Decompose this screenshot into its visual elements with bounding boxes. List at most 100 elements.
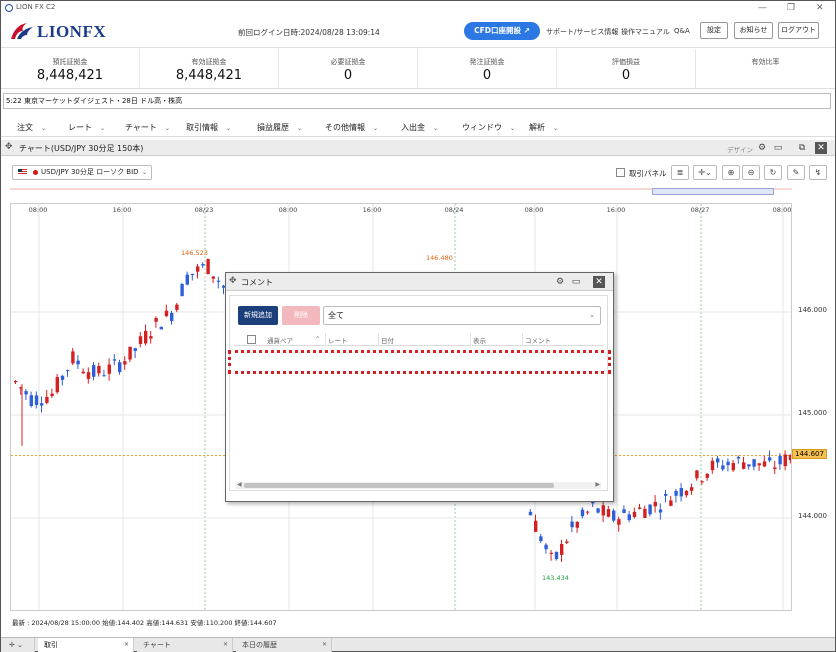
menu-other-info[interactable]: その他情報 ⌄ <box>325 122 378 133</box>
chevron-down-icon: ⌄ <box>226 125 232 132</box>
close-icon[interactable]: ✕ <box>815 142 827 154</box>
candle-body <box>648 504 652 515</box>
restore-icon[interactable]: ❐ <box>787 2 795 14</box>
candle-body <box>731 463 735 471</box>
time-axis: 08:00 16:00 08/23 08:00 16:00 08/24 08:00 16:00… <box>10 206 792 216</box>
candle-body <box>695 470 699 479</box>
close-icon[interactable]: ✕ <box>223 638 228 652</box>
col-rate[interactable]: レート <box>328 335 348 345</box>
scroll-right-icon[interactable]: ▶ <box>595 481 600 488</box>
candle-body <box>107 364 111 374</box>
candle-body <box>570 521 574 528</box>
comment-table-header: 通貨ペア ⌃ レート 日付 表示 コメント <box>234 333 604 346</box>
menu-label: レート <box>68 123 92 132</box>
menu-analysis[interactable]: 解析 ⌄ <box>529 122 558 133</box>
trade-panel-checkbox[interactable] <box>616 168 625 177</box>
window-menu-icon[interactable]: ▭ <box>772 142 784 154</box>
scrollbar-thumb[interactable] <box>244 483 554 488</box>
design-label[interactable]: デザイン <box>727 144 753 154</box>
candle-body <box>783 454 787 467</box>
close-icon[interactable]: ✕ <box>816 2 824 14</box>
logout-button[interactable]: ログアウト <box>778 22 819 39</box>
add-tool-icon[interactable]: ✛⌄ <box>693 165 717 180</box>
support-link[interactable]: サポート/サービス情報 <box>546 27 618 37</box>
effective-margin: 有効証拠金 8,448,421 <box>140 49 279 89</box>
menu-deposit[interactable]: 入出金 ⌄ <box>401 122 438 133</box>
news-ticker[interactable]: 5:22 東京マーケットダイジェスト・28日 ドル高・株高 <box>3 93 831 109</box>
candle-body <box>175 304 179 310</box>
last-login-time: 前回ログイン日時:2024/08/28 13:09:14 <box>238 28 380 37</box>
header: LIONFX 前回ログイン日時:2024/08/28 13:09:14 CFD口… <box>1 15 835 48</box>
candle-body <box>606 509 611 517</box>
move-handle-icon[interactable]: ✥ <box>5 142 13 152</box>
close-icon[interactable]: ✕ <box>322 638 327 652</box>
move-handle-icon[interactable]: ✥ <box>229 276 237 286</box>
stat-value: 8,448,421 <box>175 68 243 83</box>
settings-button[interactable]: 設定 <box>700 22 728 39</box>
delete-comment-button[interactable]: 削除 <box>282 306 320 325</box>
external-link-icon: ↗ <box>523 26 530 35</box>
overview-navigator[interactable] <box>652 188 774 195</box>
pencil-icon[interactable]: ✎ <box>787 165 805 180</box>
time-tick-label: 08/24 <box>444 206 464 214</box>
lionfx-logo: LIONFX <box>9 19 109 43</box>
currency-pair-select[interactable]: USD/JPY 30分足 ローソク BID ⌄ <box>12 165 152 180</box>
add-tab-icon[interactable]: ✛ ⌄ <box>1 638 35 652</box>
candle-body <box>586 511 590 513</box>
menu-label: 注文 <box>17 123 33 132</box>
candle-body <box>674 490 678 496</box>
horizontal-scrollbar[interactable]: ◀ ▶ <box>236 481 601 489</box>
popout-icon[interactable]: ⧉ <box>796 142 808 154</box>
current-price-label: 144.607 <box>792 449 827 460</box>
menu-trade-info[interactable]: 取引情報 ⌄ <box>186 122 231 133</box>
jp-flag-icon <box>33 170 38 175</box>
chart-window-titlebar: ✥ チャート(USD/JPY 30分足 150本) デザイン ⚙ ▭ ⧉ ✕ <box>1 140 835 156</box>
menu-order[interactable]: 注文 ⌄ <box>17 122 46 133</box>
zoom-in-icon[interactable]: ⊕ <box>722 165 740 180</box>
menu-rate[interactable]: レート ⌄ <box>68 122 105 133</box>
candle-body <box>638 507 642 509</box>
brand-name: LIONFX <box>37 22 107 41</box>
gear-icon[interactable]: ⚙ <box>756 142 768 154</box>
candle-body <box>539 536 543 542</box>
close-icon[interactable]: ✕ <box>124 638 129 652</box>
select-all-checkbox[interactable] <box>247 335 256 344</box>
sort-asc-icon[interactable]: ⌃ <box>315 335 320 343</box>
menu-chart[interactable]: チャート ⌄ <box>125 122 170 133</box>
menu-pl-history[interactable]: 損益履歴 ⌄ <box>257 122 302 133</box>
candle-body <box>185 274 189 285</box>
close-icon[interactable]: ✕ <box>593 276 605 288</box>
menu-window[interactable]: ウィンドウ ⌄ <box>462 122 515 133</box>
col-currency-pair[interactable]: 通貨ペア <box>267 335 293 345</box>
gear-icon[interactable]: ⚙ <box>554 276 566 288</box>
comment-filter-select[interactable]: 全て ⌄ <box>323 306 601 325</box>
candle-body <box>700 481 704 483</box>
time-tick-label: 08:00 <box>524 206 544 214</box>
add-comment-button[interactable]: 新規追加 <box>238 306 278 325</box>
stat-label: 預託証拠金 <box>52 58 88 66</box>
window-menu-icon[interactable]: ▭ <box>570 276 582 288</box>
window-titlebar: LION FX C2 — ❐ ✕ <box>1 1 835 15</box>
candle-body <box>684 490 689 496</box>
manual-link[interactable]: 操作マニュアル <box>621 27 670 37</box>
col-display[interactable]: 表示 <box>473 335 486 345</box>
time-tick-label: 08:00 <box>278 206 298 214</box>
scroll-left-icon[interactable]: ◀ <box>237 481 242 488</box>
refresh-icon[interactable]: ↻ <box>764 165 782 180</box>
trend-icon[interactable]: ↯ <box>809 165 827 180</box>
indicator-icon[interactable]: ≣ <box>671 165 689 180</box>
tab-today-history[interactable]: 本日の履歴 ✕ <box>236 638 332 652</box>
zoom-out-icon[interactable]: ⊖ <box>742 165 760 180</box>
candle-body <box>118 362 122 373</box>
candle-body <box>92 365 96 377</box>
tab-chart[interactable]: チャート ✕ <box>137 638 233 652</box>
minimize-icon[interactable]: — <box>758 2 767 14</box>
qa-link[interactable]: Q&A <box>674 27 690 35</box>
col-date[interactable]: 日付 <box>381 335 394 345</box>
tab-trade[interactable]: 取引 ✕ <box>38 638 134 652</box>
col-comment[interactable]: コメント <box>525 335 551 345</box>
cfd-account-button[interactable]: CFD口座開設 ↗ <box>464 22 540 40</box>
time-tick-label: 08/27 <box>690 206 710 214</box>
comment-dialog-titlebar: ✥ コメント ⚙ ▭ ✕ <box>226 273 613 291</box>
notices-button[interactable]: お知らせ <box>734 22 773 39</box>
